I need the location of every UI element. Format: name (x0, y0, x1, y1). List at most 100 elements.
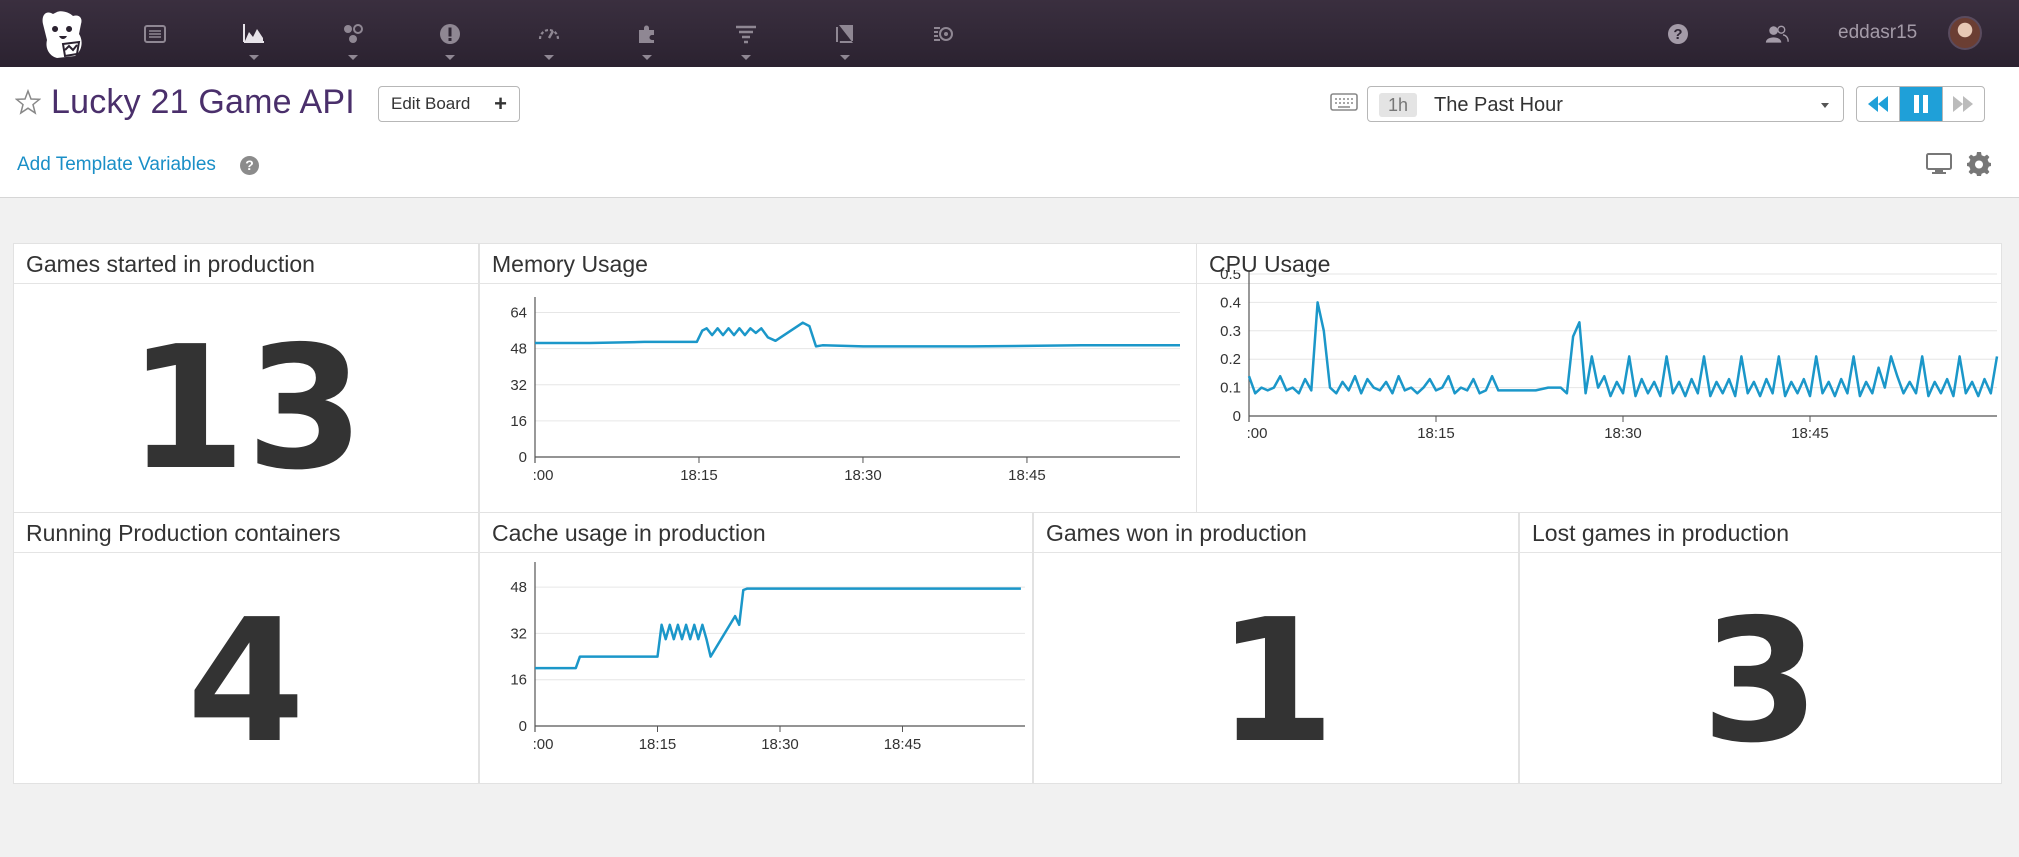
add-template-variables-link[interactable]: Add Template Variables (17, 154, 216, 176)
time-range-select[interactable]: 1h The Past Hour (1367, 86, 1844, 122)
nav-apm[interactable] (519, 0, 579, 67)
cache-usage-chart: 0 16 32 48 :00 18:15 18:30 18:45 (510, 562, 1025, 753)
hexagons-icon (344, 23, 363, 43)
filter-list-icon (736, 25, 756, 43)
nav-synthetics[interactable] (914, 0, 974, 67)
series-line (535, 587, 1021, 670)
chevron-down-icon (445, 55, 455, 60)
help-button[interactable]: ? (1648, 0, 1708, 67)
x-tick-label: 18:30 (761, 736, 799, 753)
top-nav: ? eddasr15 (0, 0, 2019, 67)
series-line (1247, 301, 1999, 398)
chevron-down-icon (741, 55, 751, 60)
series-line (535, 321, 1180, 348)
y-tick-label: 16 (510, 672, 527, 689)
query-value: 13 (127, 310, 365, 508)
keyboard-icon[interactable] (1330, 93, 1358, 111)
x-tick-label: 18:30 (1604, 425, 1642, 442)
time-range-label: The Past Hour (1434, 94, 1563, 116)
y-tick-label: 0.3 (1220, 323, 1241, 340)
edit-board-button[interactable]: Edit Board + (378, 86, 520, 122)
datadog-logo[interactable] (33, 4, 91, 62)
chevron-down-icon (348, 55, 358, 60)
y-tick-label: 64 (510, 305, 527, 322)
team-button[interactable] (1747, 0, 1807, 67)
plus-icon: + (494, 91, 507, 116)
gear-icon[interactable] (1966, 151, 1992, 177)
query-value: 1 (1216, 583, 1336, 781)
chevron-down-icon (249, 55, 259, 60)
x-tick-label: :00 (1247, 425, 1268, 442)
x-tick-label: 18:15 (1417, 425, 1455, 442)
help-icon: ? (1668, 23, 1688, 44)
y-tick-label: 0.2 (1220, 351, 1241, 368)
nav-dashboards[interactable] (224, 0, 284, 67)
widget-title: Lost games in production (1520, 513, 2001, 553)
chevron-down-icon (544, 55, 554, 60)
widget-title: Memory Usage (480, 244, 1196, 284)
list-icon (144, 24, 166, 43)
widget-title: Games started in production (14, 244, 478, 284)
query-value: 3 (1701, 583, 1820, 781)
chevron-down-icon (1821, 103, 1829, 108)
y-tick-label: 48 (510, 579, 527, 596)
nav-monitors[interactable] (420, 0, 480, 67)
widget-title: Games won in production (1034, 513, 1518, 553)
query-value: 4 (186, 583, 306, 781)
y-tick-label: 0.1 (1220, 380, 1241, 397)
puzzle-icon (639, 24, 654, 43)
x-tick-label: :00 (533, 736, 554, 753)
page-title: Lucky 21 Game API (51, 83, 355, 121)
y-tick-label: 0.5 (1220, 270, 1241, 283)
x-tick-label: 18:30 (844, 467, 882, 484)
edit-board-label: Edit Board (391, 94, 471, 113)
nav-notebooks[interactable] (815, 0, 875, 67)
nav-events[interactable] (125, 0, 185, 67)
y-tick-label: 16 (510, 413, 527, 430)
y-tick-label: 0 (1233, 408, 1241, 425)
x-tick-label: 18:45 (884, 736, 922, 753)
widget-memory-usage[interactable]: Memory Usage 0 16 32 48 64:00 18:15 18:30 18:45 (479, 243, 1197, 513)
chevron-down-icon (840, 55, 850, 60)
alert-icon (440, 23, 460, 44)
widget-games-won[interactable]: Games won in production 1 (1033, 512, 1519, 784)
y-tick-label: 48 (510, 341, 527, 358)
svg-text:?: ? (1673, 26, 1682, 43)
widget-running-containers[interactable]: Running Production containers 4 (13, 512, 479, 784)
y-tick-label: 32 (510, 625, 527, 642)
fast-forward-icon (1953, 96, 1974, 112)
tv-mode-icon[interactable] (1926, 153, 1952, 175)
nav-infrastructure[interactable] (323, 0, 383, 67)
nav-logs[interactable] (716, 0, 776, 67)
star-icon[interactable] (15, 89, 41, 115)
pause-button[interactable] (1899, 87, 1942, 121)
avatar[interactable] (1948, 16, 1982, 50)
memory-usage-chart: 0 16 32 48 64:00 18:15 18:30 18:45 (510, 297, 1180, 484)
y-tick-label: 0 (519, 718, 527, 735)
y-tick-label: 0 (519, 449, 527, 466)
rewind-button[interactable] (1857, 87, 1899, 121)
widget-cache-usage[interactable]: Cache usage in production 0 16 32 48:00 18:1… (479, 512, 1033, 784)
fast-forward-button[interactable] (1941, 87, 1984, 121)
y-tick-label: 32 (510, 377, 527, 394)
cpu-usage-chart: 0 0.1 0.2 0.3 0.4 0.5 :00 18:15 18:30 18:45 (1220, 270, 1999, 442)
widget-games-started[interactable]: Games started in production 13 (13, 243, 479, 513)
playback-controls (1856, 86, 1985, 122)
notebook-icon (836, 24, 853, 43)
pause-icon (1914, 95, 1928, 113)
area-chart-icon (243, 23, 264, 43)
x-tick-label: 18:15 (639, 736, 677, 753)
username[interactable]: eddasr15 (1838, 22, 1917, 44)
x-tick-label: 18:15 (680, 467, 718, 484)
widget-title: Running Production containers (14, 513, 478, 553)
nav-integrations[interactable] (617, 0, 677, 67)
x-tick-label: 18:45 (1008, 467, 1046, 484)
dashboard-header: Lucky 21 Game API Edit Board + 1h The Pa… (0, 67, 2019, 198)
y-tick-label: 0.4 (1220, 294, 1241, 311)
help-icon[interactable]: ? (240, 156, 259, 175)
gauge-icon (538, 28, 560, 39)
x-tick-label: 18:45 (1791, 425, 1829, 442)
widget-lost-games[interactable]: Lost games in production 3 (1519, 512, 2002, 784)
time-range-short: 1h (1379, 93, 1418, 117)
widget-cpu-usage[interactable]: CPU Usage 0 0.1 0.2 0.3 0.4 0.5:00 18:15 18:30 1… (1196, 243, 2002, 513)
